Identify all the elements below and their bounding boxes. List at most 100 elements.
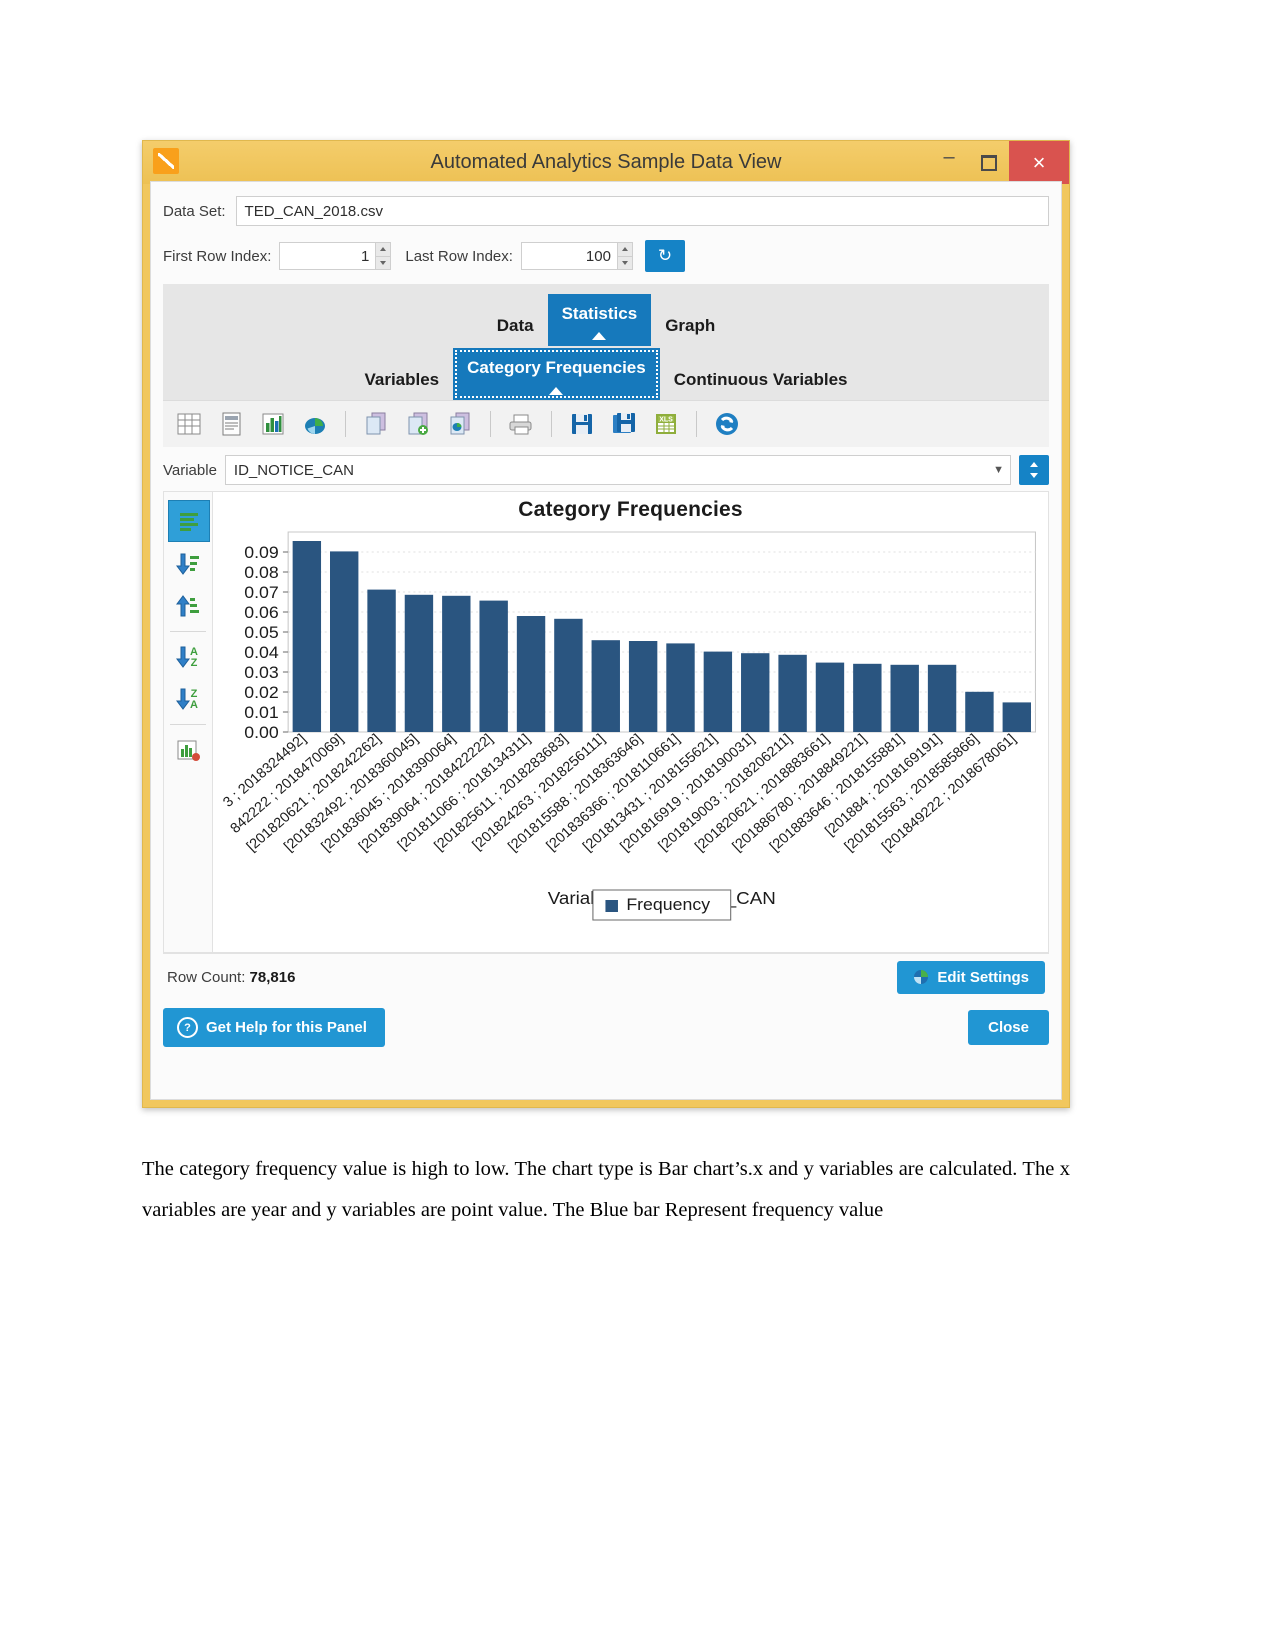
- chevron-down-icon: ▼: [993, 464, 1004, 476]
- variable-select-value: ID_NOTICE_CAN: [233, 461, 354, 479]
- last-row-index-stepper[interactable]: [520, 242, 633, 270]
- svg-text:XLS: XLS: [659, 417, 673, 424]
- variable-row: Variable ID_NOTICE_CAN ▼: [163, 455, 1049, 485]
- copy-chart-page-icon[interactable]: [442, 407, 478, 441]
- get-help-label: Get Help for this Panel: [206, 1019, 367, 1036]
- first-row-down-icon[interactable]: [376, 256, 391, 269]
- sort-a-z-icon[interactable]: AZ: [168, 637, 208, 677]
- tab-statistics-caret-icon: [592, 332, 607, 340]
- report-document-icon[interactable]: [213, 407, 249, 441]
- tabs-container: Data Statistics Graph Variables Category…: [163, 284, 1049, 400]
- sort-z-a-icon[interactable]: ZA: [168, 679, 208, 719]
- palette-icon: [914, 970, 929, 984]
- tab-statistics[interactable]: Statistics: [547, 294, 652, 346]
- tab-graph[interactable]: Graph: [651, 306, 729, 346]
- row-count: Row Count: 78,816: [167, 969, 295, 986]
- question-circle-icon: ?: [177, 1017, 198, 1038]
- sort-descending-value-icon[interactable]: [168, 544, 208, 584]
- application-window: Automated Analytics Sample Data View – ×…: [142, 140, 1070, 1108]
- category-frequencies-bar-chart: 0.000.010.020.030.040.050.060.070.080.09…: [220, 531, 1036, 921]
- last-row-down-icon[interactable]: [617, 256, 632, 269]
- status-bar: Row Count: 78,816 Edit Settings: [163, 953, 1049, 1000]
- toolbar-separator: [345, 411, 346, 437]
- save-as-icon[interactable]: [606, 407, 642, 441]
- tab-category-frequencies-label: Category Frequencies: [467, 358, 646, 377]
- first-row-index-arrows[interactable]: [375, 242, 392, 270]
- pie-chart-icon[interactable]: [297, 407, 333, 441]
- edit-settings-button[interactable]: Edit Settings: [897, 960, 1045, 994]
- tab-continuous-variables[interactable]: Continuous Variables: [660, 360, 862, 400]
- svg-text:0.01: 0.01: [244, 702, 279, 722]
- svg-text:A: A: [190, 699, 198, 711]
- side-divider-2: [170, 724, 206, 725]
- toolbar-separator-2: [490, 411, 491, 437]
- close-panel-button[interactable]: Close: [968, 1010, 1049, 1045]
- window-controls: – ×: [929, 141, 1069, 184]
- svg-text:0.00: 0.00: [244, 722, 279, 742]
- copy-page-icon[interactable]: [358, 407, 394, 441]
- svg-text:Frequency: Frequency: [626, 894, 710, 914]
- last-row-index-input[interactable]: [520, 242, 617, 270]
- last-row-index-arrows[interactable]: [616, 242, 633, 270]
- close-window-button[interactable]: ×: [1009, 141, 1069, 184]
- first-row-index-label: First Row Index:: [163, 247, 272, 265]
- refresh-button[interactable]: ↻: [644, 240, 685, 272]
- minimize-button[interactable]: –: [929, 141, 969, 184]
- table-grid-icon[interactable]: [171, 407, 207, 441]
- chart-options-icon[interactable]: [168, 730, 208, 770]
- add-page-icon[interactable]: [400, 407, 436, 441]
- chart-title: Category Frequencies: [518, 498, 743, 521]
- svg-text:0.08: 0.08: [244, 562, 279, 582]
- maximize-icon: [981, 154, 997, 171]
- save-icon[interactable]: [564, 407, 600, 441]
- svg-text:0.06: 0.06: [244, 602, 279, 622]
- last-row-index-label: Last Row Index:: [405, 247, 513, 265]
- tab-statistics-label: Statistics: [561, 304, 638, 323]
- align-bars-icon[interactable]: [168, 500, 210, 542]
- sort-toggle-button[interactable]: [1019, 455, 1049, 485]
- secondary-tabs: Variables Category Frequencies Continuou…: [163, 348, 1049, 400]
- row-count-value: 78,816: [249, 968, 296, 986]
- tab-data[interactable]: Data: [483, 306, 548, 346]
- toolbar-separator-4: [696, 411, 697, 437]
- title-bar: Automated Analytics Sample Data View – ×: [143, 141, 1069, 184]
- footer-bar: ? Get Help for this Panel Close: [163, 1008, 1049, 1047]
- dataset-input[interactable]: TED_CAN_2018.csv: [235, 196, 1049, 226]
- first-row-up-icon[interactable]: [376, 243, 391, 257]
- first-row-index-input[interactable]: [279, 242, 376, 270]
- get-help-button[interactable]: ? Get Help for this Panel: [163, 1008, 385, 1047]
- svg-text:0.03: 0.03: [244, 662, 279, 682]
- first-row-index-stepper[interactable]: [279, 242, 392, 270]
- svg-text:0.07: 0.07: [244, 582, 279, 602]
- tab-category-frequencies-caret-icon: [549, 387, 564, 395]
- svg-text:Z: Z: [191, 657, 198, 669]
- window-body: Data Set: TED_CAN_2018.csv First Row Ind…: [150, 181, 1062, 1100]
- page-paragraph: The category frequency value is high to …: [142, 1157, 1070, 1221]
- bar-chart-icon[interactable]: [255, 407, 291, 441]
- print-icon[interactable]: [503, 407, 539, 441]
- tab-category-frequencies[interactable]: Category Frequencies: [453, 348, 660, 400]
- maximize-button[interactable]: [969, 141, 1009, 184]
- edit-settings-label: Edit Settings: [937, 968, 1029, 986]
- chart-plot: Category Frequencies 0.00 0.01 0.02 0.03 0.0…: [213, 492, 1048, 952]
- last-row-up-icon[interactable]: [617, 243, 632, 257]
- svg-text:0.02: 0.02: [244, 682, 279, 702]
- sort-ascending-value-icon[interactable]: [168, 586, 208, 626]
- dataset-label: Data Set:: [163, 202, 226, 220]
- sort-updown-icon: [1030, 462, 1038, 478]
- toolbar: XLS: [163, 400, 1049, 447]
- row-index-row: First Row Index: Last Row Index: ↻: [151, 226, 1061, 284]
- chart-side-toolbar: AZ ZA: [164, 492, 213, 952]
- variable-select[interactable]: ID_NOTICE_CAN ▼: [224, 455, 1011, 485]
- primary-tabs: Data Statistics Graph: [163, 294, 1049, 346]
- toolbar-separator-3: [551, 411, 552, 437]
- svg-text:0.05: 0.05: [244, 622, 279, 642]
- refresh-globe-icon[interactable]: [709, 407, 745, 441]
- tab-variables[interactable]: Variables: [350, 360, 453, 400]
- dataset-row: Data Set: TED_CAN_2018.csv: [151, 182, 1061, 226]
- variable-label: Variable: [163, 461, 217, 479]
- export-xls-icon[interactable]: XLS: [648, 407, 684, 441]
- svg-text:0.04: 0.04: [244, 642, 279, 662]
- row-count-label: Row Count:: [167, 968, 246, 986]
- refresh-icon: ↻: [657, 246, 673, 265]
